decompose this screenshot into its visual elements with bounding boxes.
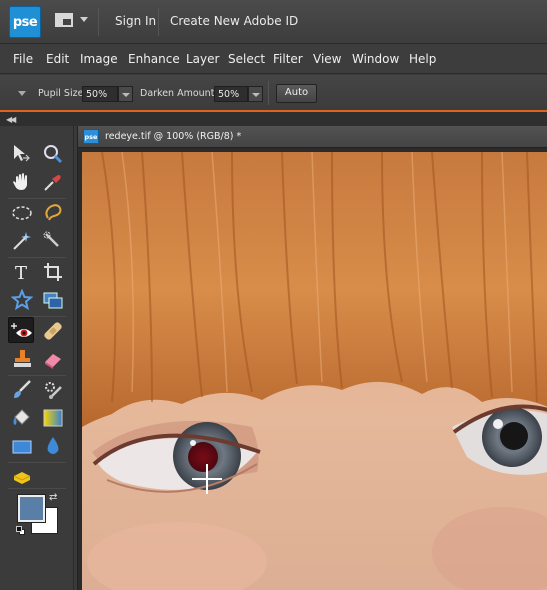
move-tool[interactable]: [9, 141, 35, 167]
panel-collapse-strip: [0, 112, 547, 126]
type-tool[interactable]: T: [9, 259, 35, 285]
eyedropper-tool[interactable]: [40, 169, 66, 195]
document-icon: pse: [83, 129, 99, 144]
foreground-color-swatch[interactable]: [17, 494, 46, 523]
quick-selection-tool[interactable]: [40, 228, 66, 254]
svg-text:T: T: [15, 263, 27, 283]
create-adobe-id-link[interactable]: Create New Adobe ID: [170, 14, 298, 28]
marquee-tool[interactable]: [9, 200, 35, 226]
blur-tool[interactable]: [40, 433, 66, 459]
document-tab[interactable]: pse redeye.tif @ 100% (RGB/8) *: [78, 126, 547, 148]
menu-enhance[interactable]: Enhance: [128, 52, 180, 66]
magic-wand-tool[interactable]: [9, 228, 35, 254]
darken-amount-label: Darken Amount:: [140, 88, 218, 99]
darken-amount-dropdown[interactable]: [248, 86, 263, 102]
shape-tool[interactable]: [9, 433, 35, 459]
document-title: redeye.tif @ 100% (RGB/8) *: [105, 131, 242, 142]
divider: [98, 8, 99, 36]
image-canvas[interactable]: [82, 152, 547, 590]
divider: [268, 81, 269, 105]
auto-button[interactable]: Auto: [276, 84, 317, 103]
eraser-tool[interactable]: [40, 346, 66, 372]
menu-help[interactable]: Help: [409, 52, 436, 66]
pupil-size-label: Pupil Size:: [38, 88, 87, 99]
divider: [158, 8, 159, 36]
cookie-cutter-tool[interactable]: [9, 287, 35, 313]
hand-tool[interactable]: [9, 169, 35, 195]
menu-layer[interactable]: Layer: [186, 52, 219, 66]
red-eye-removal-tool[interactable]: [8, 317, 34, 343]
sponge-tool[interactable]: [9, 464, 35, 490]
sign-in-link[interactable]: Sign In: [115, 14, 156, 28]
zoom-tool[interactable]: [40, 141, 66, 167]
tool-preset-chevron-icon[interactable]: [18, 91, 26, 96]
chevron-down-icon[interactable]: [80, 17, 88, 22]
menu-select[interactable]: Select: [228, 52, 265, 66]
darken-amount-field[interactable]: 50%: [214, 86, 248, 102]
brush-tool[interactable]: [9, 377, 35, 403]
toolbox-divider: [8, 257, 66, 258]
menu-view[interactable]: View: [313, 52, 341, 66]
menu-window[interactable]: Window: [352, 52, 399, 66]
toolbox-divider: [8, 375, 66, 376]
menu-edit[interactable]: Edit: [46, 52, 69, 66]
toolbox-divider: [8, 462, 66, 463]
toolbox-divider: [8, 488, 66, 489]
arrange-documents-icon[interactable]: [55, 13, 73, 27]
clone-stamp-tool[interactable]: [9, 346, 35, 372]
healing-brush-tool[interactable]: [40, 318, 66, 344]
menu-filter[interactable]: Filter: [273, 52, 303, 66]
menu-image[interactable]: Image: [80, 52, 118, 66]
menu-file[interactable]: File: [13, 52, 33, 66]
paint-bucket-tool[interactable]: [9, 405, 35, 431]
app-logo: pse: [9, 6, 41, 38]
menu-bar: File Edit Image Enhance Layer Select Fil…: [0, 44, 547, 74]
smart-brush-tool[interactable]: [40, 377, 66, 403]
recompose-tool[interactable]: [40, 287, 66, 313]
swap-colors-icon[interactable]: ⇄: [49, 492, 57, 503]
lasso-tool[interactable]: [40, 200, 66, 226]
crop-tool[interactable]: [40, 259, 66, 285]
document-window: pse redeye.tif @ 100% (RGB/8) *: [77, 126, 547, 590]
default-colors-icon[interactable]: [16, 526, 25, 535]
pupil-size-dropdown[interactable]: [118, 86, 133, 102]
application-bar: pse Sign In Create New Adobe ID: [0, 0, 547, 44]
collapse-panel-icon[interactable]: ◀◀: [6, 115, 16, 124]
toolbox: T ⇄: [0, 126, 74, 590]
tool-options-bar: Pupil Size: 50% Darken Amount: 50% Auto: [0, 75, 547, 112]
gradient-tool[interactable]: [40, 405, 66, 431]
pupil-size-field[interactable]: 50%: [82, 86, 118, 102]
toolbox-divider: [8, 198, 66, 199]
